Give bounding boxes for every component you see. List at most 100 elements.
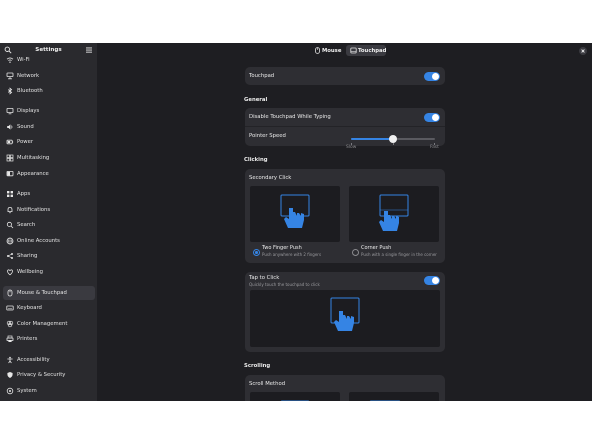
two-finger-push-preview[interactable] (250, 186, 340, 242)
accessibility-icon (7, 356, 13, 364)
sidebar-item-keyboard[interactable]: Keyboard (3, 301, 95, 315)
disable-while-typing-toggle[interactable] (424, 112, 440, 122)
clicking-section-title: Clicking (244, 157, 268, 163)
slider-handle[interactable] (389, 135, 397, 143)
sidebar-item-label: Online Accounts (17, 238, 60, 244)
sidebar-item-system[interactable]: System (3, 384, 95, 398)
sidebar-item-wellbeing[interactable]: Wellbeing (3, 265, 95, 279)
scrolling-section-title: Scrolling (244, 363, 271, 369)
online-accounts-icon (6, 237, 14, 245)
sidebar-item-bluetooth[interactable]: Bluetooth (3, 84, 95, 98)
sidebar-item-multitasking[interactable]: Multitasking (3, 151, 95, 165)
sidebar-item-network[interactable]: Network (3, 69, 95, 83)
tab-label: Mouse (322, 47, 342, 54)
tab-mouse[interactable]: Mouse (310, 45, 342, 56)
sound-icon (7, 124, 13, 130)
system-icon (6, 387, 14, 395)
printer-icon (6, 335, 14, 342)
secondary-click-label: Secondary Click (249, 175, 292, 181)
sidebar-item-color-management[interactable]: Color Management (3, 317, 95, 331)
sidebar-item-appearance[interactable]: Appearance (3, 167, 95, 181)
two-finger-push-radio[interactable] (253, 249, 260, 256)
mouse-icon (315, 47, 320, 54)
sidebar-item-label: Apps (17, 191, 31, 197)
tab-touchpad[interactable]: Touchpad (346, 45, 386, 56)
sidebar-item-power[interactable]: Power (3, 135, 95, 149)
general-section-title: General (244, 97, 268, 103)
keyboard-icon (6, 305, 14, 311)
sidebar-item-label: Keyboard (17, 305, 42, 311)
secondary-click-card: Secondary Click Two Finger Push Push any… (245, 169, 445, 263)
sidebar-item-label: Appearance (17, 171, 49, 177)
appearance-icon (6, 170, 14, 177)
sidebar-item-notifications[interactable]: Notifications (3, 203, 95, 217)
color-icon (6, 320, 14, 328)
multitasking-icon (6, 154, 14, 162)
tap-to-click-toggle[interactable] (424, 276, 440, 285)
touchpad-toggle[interactable] (424, 71, 440, 81)
wifi-icon (6, 57, 14, 63)
pointer-speed-label: Pointer Speed (249, 133, 286, 139)
tap-to-click-illustration (330, 297, 360, 331)
touchpad-label: Touchpad (249, 73, 275, 79)
corner-push-subtitle: Push with a single finger in the corner (361, 252, 437, 257)
corner-push-title: Corner Push (361, 245, 392, 251)
tap-to-click-subtitle: Quickly touch the touchpad to click (249, 282, 320, 287)
sidebar-item-label: Displays (17, 108, 40, 114)
display-icon (6, 107, 14, 115)
general-card: Disable Touchpad While Typing Pointer Sp… (245, 108, 445, 150)
sidebar-item-label: Search (17, 222, 36, 228)
two-finger-push-subtitle: Push anywhere with 2 fingers (262, 252, 322, 257)
wellbeing-icon (7, 269, 13, 276)
slider-min-label: Slow (346, 145, 357, 150)
sidebar-item-online-accounts[interactable]: Online Accounts (3, 234, 95, 248)
two-finger-scroll-preview[interactable] (250, 392, 340, 401)
disable-while-typing-label: Disable Touchpad While Typing (249, 114, 331, 120)
tap-to-click-label: Tap to Click (249, 275, 280, 281)
sharing-icon (7, 253, 13, 259)
corner-push-preview[interactable] (349, 186, 439, 242)
sidebar-item-label: Color Management (17, 321, 68, 327)
mouse-icon (7, 289, 13, 297)
power-icon (6, 139, 14, 145)
sidebar-item-label: Power (17, 139, 34, 145)
settings-window: Settings Wi-Fi Network Bluetooth Displays So… (0, 43, 592, 401)
close-icon (581, 49, 585, 53)
sidebar-item-accessibility[interactable]: Accessibility (3, 353, 95, 367)
sidebar-item-sound[interactable]: Sound (3, 120, 95, 134)
sidebar-item-printers[interactable]: Printers (3, 332, 95, 346)
corner-push-radio[interactable] (352, 249, 359, 256)
sidebar-item-label: Accessibility (17, 357, 50, 363)
sidebar-item-label: Wi-Fi (17, 57, 30, 63)
sidebar-item-label: Printers (17, 336, 38, 342)
sidebar-item-label: Wellbeing (17, 269, 43, 275)
touchpad-icon (350, 47, 357, 54)
sidebar-item-label: Multitasking (17, 155, 50, 161)
edge-scroll-illustration-icon (369, 400, 401, 401)
sidebar-item-mouse-touchpad[interactable]: Mouse & Touchpad (3, 286, 95, 300)
touchpad-row: Touchpad (245, 67, 445, 85)
slider-max-label: Fast (430, 145, 439, 150)
sidebar-item-label: Sound (17, 124, 34, 130)
sidebar-item-sharing[interactable]: Sharing (3, 249, 95, 263)
sidebar-item-label: Bluetooth (17, 88, 43, 94)
pointer-speed-slider[interactable] (351, 135, 435, 145)
sidebar-item-privacy-security[interactable]: Privacy & Security (3, 368, 95, 382)
corner-push-illustration (379, 194, 409, 231)
header-bar: Mouse Touchpad (97, 43, 592, 58)
tap-to-click-card: Tap to Click Quickly touch the touchpad … (245, 272, 445, 352)
two-finger-push-title: Two Finger Push (262, 245, 302, 251)
sidebar-item-displays[interactable]: Displays (3, 104, 95, 118)
sidebar-item-apps[interactable]: Apps (3, 187, 95, 201)
sidebar-item-wi-fi[interactable]: Wi-Fi (3, 53, 95, 67)
sidebar-item-label: Mouse & Touchpad (17, 290, 67, 296)
edge-scroll-preview[interactable] (349, 392, 439, 401)
sidebar-item-label: System (17, 388, 37, 394)
network-icon (6, 72, 14, 80)
bluetooth-icon (7, 87, 13, 95)
sidebar-item-search[interactable]: Search (3, 218, 95, 232)
sidebar-item-label: Privacy & Security (17, 372, 66, 378)
apps-icon (7, 191, 13, 197)
close-button[interactable] (579, 47, 587, 55)
privacy-icon (7, 372, 13, 378)
